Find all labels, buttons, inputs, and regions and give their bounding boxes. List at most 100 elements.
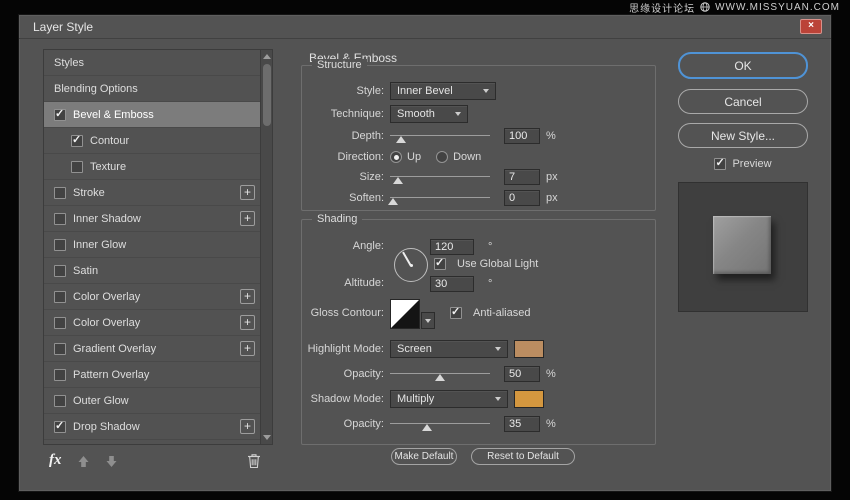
gloss-contour-arrow-button[interactable] — [421, 312, 435, 329]
direction-down-radio[interactable] — [436, 151, 448, 163]
sidebar-item-gradient-overlay[interactable]: Gradient Overlay — [44, 336, 260, 362]
slider-track[interactable] — [390, 176, 490, 177]
use-global-light-checkbox[interactable] — [434, 258, 446, 270]
move-effect-down-icon[interactable] — [105, 455, 118, 468]
shadow-opacity-slider[interactable] — [390, 417, 490, 431]
sidebar-item-inner-glow[interactable]: Inner Glow — [44, 232, 260, 258]
highlight-opacity-slider[interactable] — [390, 367, 490, 381]
layer-style-dialog: Layer Style × Styles Blending Options Beve… — [18, 14, 832, 492]
effect-enable-checkbox[interactable] — [54, 109, 66, 121]
highlight-color-swatch[interactable] — [514, 340, 544, 358]
add-effect-instance-button[interactable] — [240, 315, 255, 330]
sidebar-item-inner-shadow[interactable]: Inner Shadow — [44, 206, 260, 232]
chevron-down-icon — [483, 89, 489, 93]
soften-input[interactable]: 0 — [504, 190, 540, 206]
slider-thumb[interactable] — [396, 136, 406, 143]
anti-aliased-checkbox[interactable] — [450, 307, 462, 319]
altitude-input[interactable]: 30 — [430, 276, 474, 292]
effect-enable-checkbox[interactable] — [54, 369, 66, 381]
add-effect-instance-button[interactable] — [240, 185, 255, 200]
effect-enable-checkbox[interactable] — [54, 291, 66, 303]
gloss-contour-picker[interactable] — [390, 299, 420, 329]
style-select[interactable]: Inner Bevel — [390, 82, 496, 100]
shadow-mode-row: Shadow Mode: Multiply — [306, 390, 649, 408]
size-slider[interactable] — [390, 170, 490, 184]
slider-thumb[interactable] — [422, 424, 432, 431]
effect-enable-checkbox[interactable] — [71, 161, 83, 173]
sidebar-item-bevel-emboss[interactable]: Bevel & Emboss — [44, 102, 260, 128]
sidebar-item-stroke[interactable]: Stroke — [44, 180, 260, 206]
add-effect-instance-button[interactable] — [240, 341, 255, 356]
effects-list-scrollbar[interactable] — [260, 50, 272, 444]
direction-up-radio[interactable] — [390, 151, 402, 163]
chevron-down-icon — [495, 397, 501, 401]
fx-icon[interactable]: fx — [49, 452, 62, 469]
contour-preview — [391, 300, 419, 328]
close-button[interactable]: × — [800, 19, 822, 34]
effect-enable-checkbox[interactable] — [71, 135, 83, 147]
shadow-opacity-input[interactable]: 35 — [504, 416, 540, 432]
sidebar-item-label: Bevel & Emboss — [73, 109, 154, 121]
effect-enable-checkbox[interactable] — [54, 239, 66, 251]
gloss-contour-label: Gloss Contour: — [306, 307, 390, 319]
move-effect-up-icon[interactable] — [77, 455, 90, 468]
effect-enable-checkbox[interactable] — [54, 395, 66, 407]
effect-enable-checkbox[interactable] — [54, 421, 66, 433]
sidebar-item-color-overlay[interactable]: Color Overlay — [44, 284, 260, 310]
add-effect-instance-button[interactable] — [240, 419, 255, 434]
highlight-opacity-input[interactable]: 50 — [504, 366, 540, 382]
slider-thumb[interactable] — [435, 374, 445, 381]
depth-label: Depth: — [306, 130, 390, 142]
angle-input[interactable]: 120 — [430, 239, 474, 255]
shadow-opacity-row: Opacity: 35 % — [306, 415, 649, 433]
scroll-down-icon[interactable] — [263, 435, 271, 440]
sidebar-item-drop-shadow[interactable]: Drop Shadow — [44, 414, 260, 440]
effect-enable-checkbox[interactable] — [54, 317, 66, 329]
slider-thumb[interactable] — [388, 198, 398, 205]
scroll-up-icon[interactable] — [263, 54, 271, 59]
add-effect-instance-button[interactable] — [240, 289, 255, 304]
effects-list-rows: Styles Blending Options Bevel & Emboss Cont… — [44, 50, 260, 444]
reset-to-default-button[interactable]: Reset to Default — [471, 448, 575, 465]
sidebar-item-outer-glow[interactable]: Outer Glow — [44, 388, 260, 414]
size-input[interactable]: 7 — [504, 169, 540, 185]
shadow-mode-select[interactable]: Multiply — [390, 390, 508, 408]
scrollbar-thumb[interactable] — [263, 64, 271, 126]
technique-select[interactable]: Smooth — [390, 105, 468, 123]
sidebar-item-color-overlay[interactable]: Color Overlay — [44, 310, 260, 336]
cancel-button[interactable]: Cancel — [678, 89, 808, 114]
sidebar-item-blending-options[interactable]: Blending Options — [44, 76, 260, 102]
ok-button[interactable]: OK — [678, 52, 808, 79]
sidebar-item-contour[interactable]: Contour — [44, 128, 260, 154]
make-default-button[interactable]: Make Default — [391, 448, 457, 465]
preview-checkbox[interactable] — [714, 158, 726, 170]
depth-input[interactable]: 100 — [504, 128, 540, 144]
effect-enable-checkbox[interactable] — [54, 187, 66, 199]
delete-effect-icon[interactable] — [247, 453, 261, 469]
sidebar-item-texture[interactable]: Texture — [44, 154, 260, 180]
highlight-mode-select[interactable]: Screen — [390, 340, 508, 358]
soften-slider[interactable] — [390, 191, 490, 205]
depth-slider[interactable] — [390, 129, 490, 143]
sidebar-item-satin[interactable]: Satin — [44, 258, 260, 284]
dialog-titlebar[interactable]: Layer Style × — [19, 15, 831, 39]
effect-enable-checkbox[interactable] — [54, 265, 66, 277]
sidebar-item-label: Blending Options — [54, 83, 138, 95]
sidebar-item-pattern-overlay[interactable]: Pattern Overlay — [44, 362, 260, 388]
effect-enable-checkbox[interactable] — [54, 343, 66, 355]
highlight-opacity-label: Opacity: — [306, 368, 390, 380]
add-effect-instance-button[interactable] — [240, 211, 255, 226]
sidebar-item-label: Contour — [90, 135, 129, 147]
slider-thumb[interactable] — [393, 177, 403, 184]
angle-dial[interactable] — [394, 248, 428, 282]
effect-enable-checkbox[interactable] — [54, 213, 66, 225]
new-style-button[interactable]: New Style... — [678, 123, 808, 148]
soften-unit: px — [546, 192, 558, 204]
sidebar-item-styles[interactable]: Styles — [44, 50, 260, 76]
shadow-opacity-label: Opacity: — [306, 418, 390, 430]
watermark-site-url: WWW.MISSYUAN.COM — [715, 2, 840, 13]
slider-track[interactable] — [390, 197, 490, 198]
slider-track[interactable] — [390, 423, 490, 424]
shadow-mode-value: Multiply — [397, 393, 490, 405]
shadow-color-swatch[interactable] — [514, 390, 544, 408]
